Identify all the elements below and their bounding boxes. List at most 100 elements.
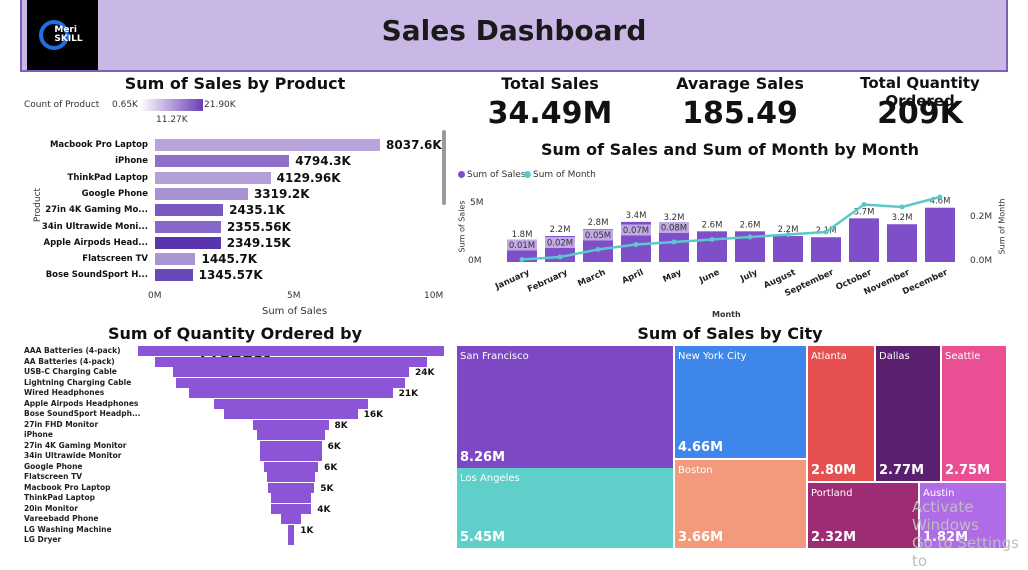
month-sales-label: 1.8M bbox=[512, 230, 533, 240]
quantity-bar bbox=[138, 346, 444, 356]
month-sum-label: 0.05M bbox=[585, 231, 611, 241]
month-sum-point bbox=[519, 257, 525, 262]
month-sum-point bbox=[709, 237, 715, 242]
quantity-bar bbox=[260, 451, 322, 461]
month-sales-label: 2.2M bbox=[550, 225, 571, 235]
city-tile: Portland 2.32M bbox=[808, 483, 918, 548]
watermark-line-2: Go to Settings to bbox=[912, 534, 1019, 570]
quantity-product-name: 27in FHD Monitor bbox=[24, 419, 99, 429]
city-tile: Atlanta 2.80M bbox=[808, 346, 874, 481]
month-sum-point bbox=[899, 204, 905, 210]
quantity-product-name: Vareebadd Phone bbox=[24, 514, 99, 523]
city-tile: Dallas 2.77M bbox=[876, 346, 940, 481]
quantity-bar bbox=[176, 377, 406, 388]
month-tick-label: April bbox=[620, 268, 645, 287]
month-sum-point bbox=[861, 202, 867, 207]
quantity-product-name: 20in Monitor bbox=[24, 503, 78, 513]
quantity-bar bbox=[253, 419, 329, 430]
city-name: New York City bbox=[678, 351, 747, 362]
quantity-product-name: Flatscreen TV bbox=[24, 472, 82, 481]
quantity-bar bbox=[263, 461, 319, 472]
month-sum-point bbox=[937, 194, 943, 200]
quantity-bar bbox=[270, 503, 312, 514]
month-bar bbox=[811, 237, 841, 262]
month-tick-label: May bbox=[661, 267, 683, 284]
month-sum-point bbox=[595, 247, 601, 252]
month-bar bbox=[773, 236, 803, 262]
quantity-bar bbox=[287, 535, 295, 545]
city-tile: Los Angeles 5.45M bbox=[457, 468, 673, 548]
quantity-product-name: LG Dryer bbox=[24, 535, 62, 544]
quantity-product-name: LG Washing Machine bbox=[24, 524, 112, 534]
month-sum-label: 0.02M bbox=[547, 239, 573, 249]
month-sales-label: 2.6M bbox=[702, 220, 723, 230]
month-sales-label: 3.2M bbox=[892, 213, 913, 223]
city-value: 5.45M bbox=[460, 530, 506, 545]
quantity-value-label: 6K bbox=[327, 441, 341, 452]
city-name: Dallas bbox=[879, 351, 910, 362]
quantity-value-label: 8K bbox=[334, 420, 348, 431]
month-tick-label: January bbox=[493, 267, 532, 292]
quantity-product-name: Macbook Pro Laptop bbox=[24, 482, 111, 492]
month-sum-label: 0.07M bbox=[623, 226, 649, 236]
quantity-bar bbox=[280, 514, 302, 524]
quantity-bar bbox=[214, 398, 368, 409]
quantity-product-name: Lightning Charging Cable bbox=[24, 377, 132, 387]
city-title: Sum of Sales by City bbox=[637, 324, 823, 343]
watermark-line-1: Activate Windows bbox=[912, 498, 979, 534]
quantity-bar bbox=[267, 472, 315, 482]
city-tile: Boston 3.66M bbox=[675, 460, 806, 548]
city-name: Los Angeles bbox=[460, 473, 520, 484]
quantity-value-label: 4K bbox=[317, 504, 331, 515]
month-bar bbox=[887, 224, 917, 262]
city-tile: San Francisco 8.26M bbox=[457, 346, 673, 468]
quantity-value-label: 16K bbox=[363, 410, 384, 420]
quantity-product-name: 34in Ultrawide Monitor bbox=[24, 451, 122, 460]
month-sum-label: 0.01M bbox=[509, 241, 535, 251]
city-value: 2.80M bbox=[811, 463, 857, 478]
month-sales-label: 2.6M bbox=[740, 220, 761, 230]
city-tile: New York City 4.66M bbox=[675, 346, 806, 458]
city-name: Atlanta bbox=[811, 351, 847, 362]
month-bar bbox=[697, 231, 727, 262]
quantity-value-label: 21K bbox=[398, 389, 419, 399]
quantity-value-label: 1K bbox=[300, 525, 314, 536]
city-value: 3.66M bbox=[678, 530, 724, 545]
quantity-bar bbox=[173, 367, 409, 377]
quantity-bar bbox=[270, 493, 312, 503]
city-value: 4.66M bbox=[678, 440, 724, 455]
month-sum-point bbox=[633, 242, 639, 247]
quantity-value-label: 6K bbox=[324, 462, 338, 473]
quantity-product-name: Apple Airpods Headphones bbox=[24, 398, 139, 408]
quantity-value-label: 24K bbox=[414, 368, 435, 378]
city-name: Boston bbox=[678, 465, 713, 476]
city-value: 8.26M bbox=[460, 450, 506, 465]
quantity-product-name: Wired Headphones bbox=[24, 388, 105, 397]
quantity-bar bbox=[260, 440, 322, 451]
city-name: Portland bbox=[811, 488, 853, 499]
activate-windows-watermark: Activate Windows Go to Settings to bbox=[912, 498, 1028, 570]
quantity-product-name: USB-C Charging Cable bbox=[24, 367, 117, 376]
city-name: Seattle bbox=[945, 351, 981, 362]
quantity-bar bbox=[257, 430, 325, 440]
quantity-bar bbox=[267, 482, 315, 493]
month-tick-label: March bbox=[576, 268, 607, 290]
quantity-bar bbox=[224, 409, 358, 419]
month-tick-label: February bbox=[526, 267, 570, 294]
month-bar bbox=[925, 207, 955, 262]
city-value: 2.75M bbox=[945, 463, 991, 478]
month-sales-label: 3.4M bbox=[626, 211, 647, 221]
quantity-value-label: 5K bbox=[320, 483, 334, 494]
month-bar bbox=[849, 218, 879, 262]
quantity-product-name: iPhone bbox=[24, 430, 53, 439]
quantity-bar bbox=[287, 524, 295, 535]
month-sum-point bbox=[671, 239, 677, 245]
quantity-bar bbox=[154, 356, 428, 367]
quantity-bar bbox=[189, 388, 393, 398]
city-value: 2.32M bbox=[811, 530, 857, 545]
city-name: San Francisco bbox=[460, 351, 529, 362]
month-sum-point bbox=[785, 232, 791, 237]
month-sum-point bbox=[823, 229, 829, 235]
month-sum-point bbox=[747, 234, 753, 240]
quantity-product-name: AAA Batteries (4-pack) bbox=[24, 346, 121, 355]
